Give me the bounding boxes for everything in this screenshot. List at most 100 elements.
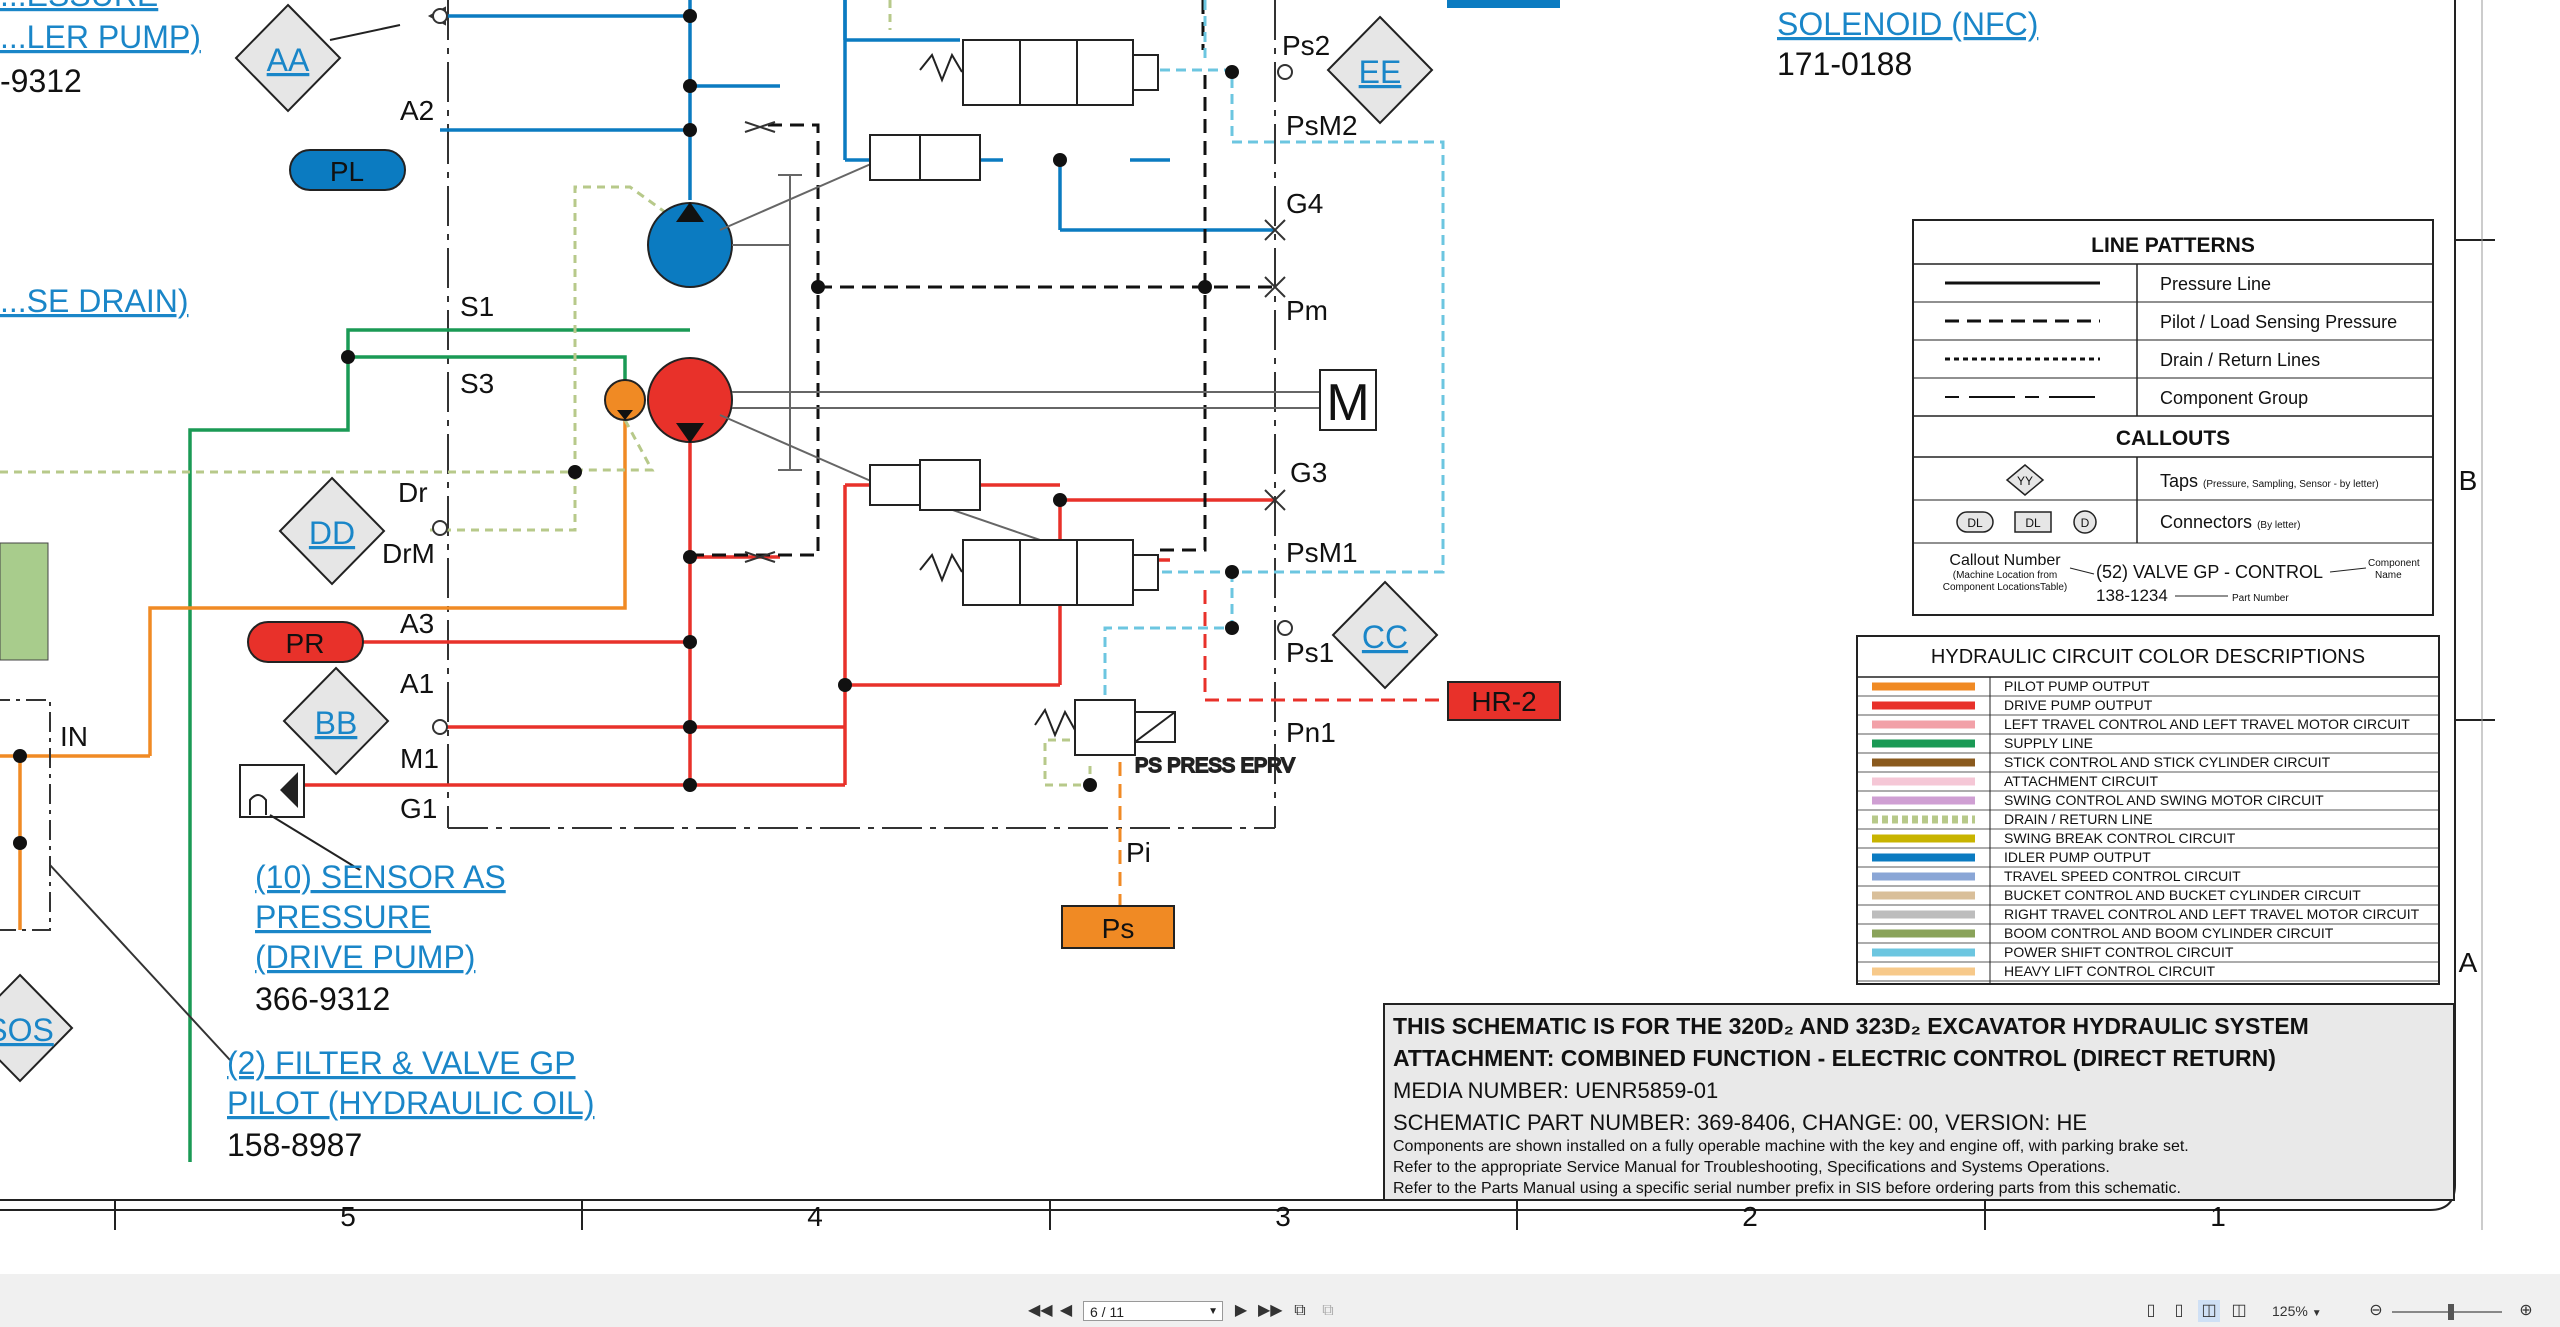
color-row-label: SWING CONTROL AND SWING MOTOR CIRCUIT <box>2004 792 2324 808</box>
color-row-label: RIGHT TRAVEL CONTROL AND LEFT TRAVEL MOT… <box>2004 906 2420 922</box>
legend-tap-sample: YY <box>2017 474 2033 488</box>
tap-bb[interactable]: BB <box>282 666 390 776</box>
color-row-label: SWING BREAK CONTROL CIRCUIT <box>2004 830 2236 846</box>
port-s1: S1 <box>460 291 494 322</box>
title-line-3: MEDIA NUMBER: UENR5859-01 <box>1393 1078 1718 1103</box>
svg-text:(2) FILTER & VALVE GP: (2) FILTER & VALVE GP <box>227 1045 576 1081</box>
lower-regulator <box>869 459 1159 606</box>
svg-text:SOS: SOS <box>0 1012 54 1048</box>
callout-solenoid[interactable]: SOLENOID (NFC) 171-0188 <box>1777 6 2038 82</box>
prev-page-icon[interactable]: ◀ <box>1058 1300 1074 1322</box>
port-psm2: PsM2 <box>1286 110 1358 141</box>
port-pm: Pm <box>1286 295 1328 326</box>
drive-pump <box>647 357 733 443</box>
next-page-icon[interactable]: ▶ <box>1233 1300 1249 1322</box>
svg-text:(10) SENSOR AS: (10) SENSOR AS <box>255 859 506 895</box>
grid-col-2: 2 <box>1742 1201 1758 1232</box>
zoom-slider-handle[interactable] <box>2448 1304 2454 1320</box>
motor-label: M <box>1326 374 1369 432</box>
port-s3: S3 <box>460 368 494 399</box>
page-dropdown-icon[interactable]: ▼ <box>1208 1302 1218 1322</box>
zoom-out-icon[interactable]: ⊖ <box>2366 1300 2386 1322</box>
ps-eprv-valve: PS PRESS EPRV <box>1034 699 1296 778</box>
title-note-1: Components are shown installed on a full… <box>1393 1138 2189 1155</box>
callout-sensor[interactable]: (10) SENSOR AS PRESSURE (DRIVE PUMP) 366… <box>255 859 506 1017</box>
svg-text:PL: PL <box>330 156 364 187</box>
color-row-label: DRIVE PUMP OUTPUT <box>2004 697 2153 713</box>
legend-title: LINE PATTERNS <box>2091 234 2255 257</box>
pattern-group: Component Group <box>2160 388 2308 408</box>
eprv-label: PS PRESS EPRV <box>1135 755 1295 777</box>
color-table-title: HYDRAULIC CIRCUIT COLOR DESCRIPTIONS <box>1931 646 2365 668</box>
connector-ps[interactable]: Ps <box>1061 905 1175 949</box>
pilot-pump <box>604 379 646 421</box>
svg-text:366-9312: 366-9312 <box>255 981 390 1017</box>
two-page-view-icon[interactable]: ◫ <box>2198 1300 2220 1322</box>
tap-dd[interactable]: DD <box>278 476 386 586</box>
zoom-level[interactable]: 125% ▼ <box>2272 1301 2352 1321</box>
port-g4: G4 <box>1286 188 1323 219</box>
legend-callout-part: 138-1234 <box>2096 586 2168 605</box>
top-blue-bar <box>1447 0 1560 8</box>
drive-shaft <box>719 159 1320 541</box>
callout-filter[interactable]: (2) FILTER & VALVE GP PILOT (HYDRAULIC O… <box>227 1045 594 1163</box>
line-patterns-legend: LINE PATTERNS Pressure Line Pilot / Load… <box>1912 219 2434 616</box>
grid-row-b: B <box>2459 465 2478 496</box>
schematic-canvas: 5 4 3 2 1 B A M PS PRESS EPRV A2 S1 S3 D… <box>0 0 2495 1232</box>
title-line-2: ATTACHMENT: COMBINED FUNCTION - ELECTRIC… <box>1393 1045 2276 1071</box>
port-in: IN <box>60 721 88 752</box>
last-page-icon[interactable]: ▶▶ <box>1258 1300 1283 1322</box>
svg-text:-9312: -9312 <box>0 63 82 99</box>
zoom-in-icon[interactable]: ⊕ <box>2516 1300 2536 1322</box>
svg-text:Component: Component <box>2368 558 2420 569</box>
legend-callout-number: Callout Number <box>1949 552 2061 569</box>
svg-text:Ps: Ps <box>1102 913 1135 944</box>
tap-sos[interactable]: SOS <box>0 973 74 1083</box>
zoom-slider[interactable] <box>2392 1311 2502 1313</box>
tap-cc[interactable]: CC <box>1331 580 1439 690</box>
color-row-label: TRAVEL SPEED CONTROL CIRCUIT <box>2004 868 2241 884</box>
connector-hr2[interactable]: HR-2 <box>1447 681 1561 721</box>
upper-regulator <box>869 39 1159 181</box>
tap-ee[interactable]: EE <box>1326 15 1434 125</box>
zoom-dropdown-icon[interactable]: ▼ <box>2312 1308 2322 1319</box>
svg-text:DD: DD <box>309 515 355 551</box>
svg-text:EE: EE <box>1359 54 1402 90</box>
svg-text:(DRIVE PUMP): (DRIVE PUMP) <box>255 939 475 975</box>
svg-text:PRESSURE: PRESSURE <box>255 899 431 935</box>
svg-text:Component LocationsTable): Component LocationsTable) <box>1943 582 2068 593</box>
port-ps1: Ps1 <box>1286 637 1334 668</box>
port-pn1: Pn1 <box>1286 717 1336 748</box>
legend-connector-2: DL <box>2025 516 2041 530</box>
svg-text:Name: Name <box>2375 570 2402 581</box>
port-pi: Pi <box>1126 837 1151 868</box>
color-row-label: DRAIN / RETURN LINE <box>2004 811 2153 827</box>
callout-drain[interactable]: ...SE DRAIN) <box>0 283 188 319</box>
svg-text:171-0188: 171-0188 <box>1777 46 1912 82</box>
supply-lines <box>188 328 690 1162</box>
continuous-view-icon[interactable]: ▯ <box>2170 1300 2188 1322</box>
svg-text:...SE DRAIN): ...SE DRAIN) <box>0 283 188 319</box>
connector-pl[interactable]: PL <box>289 149 406 191</box>
svg-text:CC: CC <box>1362 619 1408 655</box>
color-row-label: LEFT TRAVEL CONTROL AND LEFT TRAVEL MOTO… <box>2004 716 2410 732</box>
grid-col-4: 4 <box>807 1201 823 1232</box>
connector-pr[interactable]: PR <box>247 621 364 663</box>
color-description-table: HYDRAULIC CIRCUIT COLOR DESCRIPTIONS PIL… <box>1856 635 2440 985</box>
callouts-title: CALLOUTS <box>2116 427 2230 450</box>
two-page-continuous-icon[interactable]: ◫ <box>2228 1300 2250 1322</box>
tap-aa[interactable]: AA <box>234 3 401 113</box>
first-page-icon[interactable]: ◀◀ <box>1028 1300 1053 1322</box>
page-number-field[interactable]: 6 / 11 ▼ <box>1083 1301 1223 1321</box>
port-a3: A3 <box>400 608 434 639</box>
color-row-label: PILOT PUMP OUTPUT <box>2004 678 2150 694</box>
color-row-label: STICK CONTROL AND STICK CYLINDER CIRCUIT <box>2004 754 2331 770</box>
callout-top-left[interactable]: ...ESSURE ...LER PUMP) -9312 <box>0 0 201 99</box>
copy-icon[interactable]: ⧉ <box>1290 1300 1310 1322</box>
color-row-label: SUPPLY LINE <box>2004 735 2093 751</box>
single-page-view-icon[interactable]: ▯ <box>2142 1300 2160 1322</box>
port-g1: G1 <box>400 793 437 824</box>
boom-block <box>0 542 49 661</box>
grid-col-5: 5 <box>340 1201 356 1232</box>
paste-icon[interactable]: ⧉ <box>1318 1300 1338 1322</box>
